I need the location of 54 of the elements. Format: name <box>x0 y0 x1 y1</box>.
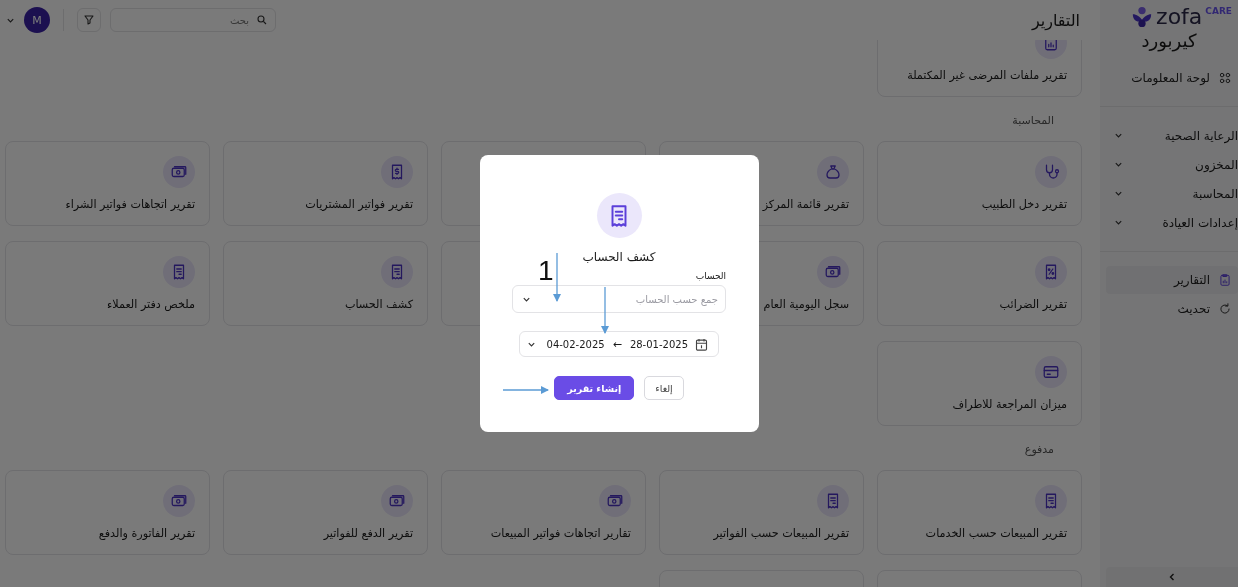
search-field[interactable]: بحث <box>110 8 276 32</box>
nav-group[interactable]: الرعاية الصحية <box>1100 121 1238 150</box>
report-card[interactable]: تقرير ملفات المرضى غير المكتملة <box>877 40 1082 97</box>
filter-button[interactable] <box>77 8 101 32</box>
grid-icon <box>1218 70 1232 85</box>
end-date: 04-02-2025 <box>546 338 605 350</box>
report-card[interactable]: ميزان المراجعة للاطراف <box>877 341 1082 426</box>
avatar[interactable]: M <box>24 7 50 33</box>
nav-group[interactable]: المحاسبة <box>1100 179 1238 208</box>
start-date: 28-01-2025 <box>629 338 688 350</box>
annotation-number: 1 <box>538 256 554 286</box>
report-card[interactable]: كشف الحساب <box>223 241 428 326</box>
report-card[interactable]: تقرير دخل الطبيب <box>877 141 1082 226</box>
annotation-arrow <box>601 286 609 334</box>
section-title: مدفوع <box>1023 442 1055 458</box>
bag-icon <box>824 163 842 181</box>
nav-item[interactable]: لوحة المعلومات <box>1100 63 1238 92</box>
account-select[interactable]: جمع حسب الحساب <box>512 285 726 313</box>
nav-group[interactable]: المخزون <box>1100 150 1238 179</box>
chevron-icon <box>1167 572 1177 582</box>
annotation-arrow <box>502 386 549 394</box>
chevron-icon <box>1114 189 1123 198</box>
field-label: الحساب <box>695 270 726 282</box>
report-card[interactable]: تقرير الفاتورة والدفع <box>5 470 210 555</box>
page-title: التقارير <box>1031 10 1080 30</box>
create-report-button[interactable]: إنشاء تقرير <box>554 376 635 400</box>
report-card[interactable]: تقرير المبيعات حسب الخدمات <box>877 470 1082 555</box>
report-card[interactable]: تقرير اتجاهات فواتير الشراء <box>5 141 210 226</box>
calendar-icon <box>694 336 709 352</box>
chevron-icon <box>1114 218 1123 227</box>
report-card[interactable]: تقرير فواتير المشتريات <box>223 141 428 226</box>
receipt-icon <box>596 193 642 238</box>
report-card[interactable]: ملخص دفتر العملاء <box>5 241 210 326</box>
chevron-icon <box>1114 131 1123 140</box>
refresh-icon <box>1218 301 1232 316</box>
dialog-title: كشف الحساب <box>582 250 656 264</box>
nav-item[interactable]: التقارير <box>1106 266 1238 294</box>
annotation-arrow <box>553 252 561 302</box>
nav-group[interactable]: إعدادات العيادة <box>1100 208 1238 237</box>
report-card[interactable]: تقارير اتجاهات فواتير المبيعات <box>441 470 646 555</box>
report-card[interactable]: تقرير المبيعات حسب الفواتير <box>659 470 864 555</box>
report-card[interactable]: تقرير الدفع للفواتير <box>223 470 428 555</box>
section-title: المحاسبة <box>1011 113 1055 129</box>
report-card[interactable]: تقرير الضرائب <box>877 241 1082 326</box>
card-icon <box>1042 363 1060 381</box>
search-icon <box>256 14 268 26</box>
range-arrow: ← <box>612 337 622 351</box>
clinic-name: كيربورد <box>1140 30 1198 51</box>
cancel-button[interactable]: إلغاء <box>644 376 684 400</box>
nav-item[interactable]: تحديث <box>1100 294 1238 323</box>
chevron-icon <box>1114 160 1123 169</box>
date-range-picker[interactable]: 04-02-2025 ← 28-01-2025 <box>519 331 719 357</box>
filter-icon <box>83 14 95 26</box>
clipboard-icon <box>1218 273 1232 287</box>
